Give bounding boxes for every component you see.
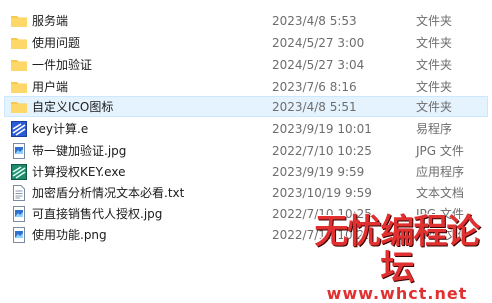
- file-type: 文本文档: [416, 186, 465, 200]
- file-row-folder[interactable]: 服务端 2023/4/8 5:53 文件夹: [0, 10, 492, 31]
- folder-icon: [11, 80, 27, 94]
- file-type: 文件夹: [416, 58, 453, 72]
- exe-file-icon: [11, 164, 27, 180]
- file-date: 2024/5/27 3:00: [272, 36, 365, 50]
- folder-icon: [11, 100, 27, 114]
- file-date: 2022/7/10 10:25: [272, 144, 372, 158]
- file-date: 2023/9/19 9:59: [272, 165, 365, 179]
- file-type: 文件夹: [416, 36, 453, 50]
- file-type: 文件夹: [416, 80, 453, 94]
- file-name: 使用问题: [32, 36, 81, 50]
- file-name: 加密盾分析情况文本必看.txt: [32, 186, 185, 200]
- file-date: 2024/5/27 3:04: [272, 58, 365, 72]
- file-type: 应用程序: [416, 165, 465, 179]
- watermark-title: 无忧编程论坛: [314, 212, 481, 288]
- file-type: JPG 文件: [416, 144, 464, 158]
- file-name: 自定义ICO图标: [32, 100, 114, 114]
- watermark: 无忧编程论坛 www.whct.net: [308, 214, 486, 302]
- file-name: 计算授权KEY.exe: [32, 165, 126, 179]
- file-type: 文件夹: [416, 14, 453, 28]
- folder-icon: [11, 36, 27, 50]
- watermark-url: www.whct.net: [326, 284, 468, 303]
- folder-icon: [11, 58, 27, 72]
- e-file-icon: [11, 121, 27, 137]
- file-row-folder[interactable]: 用户端 2023/7/6 8:16 文件夹: [0, 76, 492, 97]
- file-row-folder[interactable]: 使用问题 2024/5/27 3:00 文件夹: [0, 32, 492, 53]
- file-date: 2023/9/19 10:01: [272, 122, 372, 136]
- file-date: 2023/4/8 5:51: [272, 100, 357, 114]
- file-name: 使用功能.png: [32, 228, 107, 242]
- file-row[interactable]: key计算.e 2023/9/19 10:01 易程序: [0, 118, 492, 139]
- file-name: 可直接销售代人授权.jpg: [32, 207, 163, 221]
- text-file-icon: [11, 185, 27, 201]
- file-type: 文件夹: [416, 100, 453, 114]
- file-date: 2023/4/8 5:53: [272, 14, 357, 28]
- image-file-icon: [11, 143, 27, 159]
- file-row-folder-selected[interactable]: 自定义ICO图标 2023/4/8 5:51 文件夹: [4, 96, 488, 117]
- file-row[interactable]: 加密盾分析情况文本必看.txt 2023/10/19 9:59 文本文档: [0, 182, 492, 203]
- file-name: 服务端: [32, 14, 69, 28]
- file-row[interactable]: 计算授权KEY.exe 2023/9/19 9:59 应用程序: [0, 161, 492, 182]
- file-name: key计算.e: [32, 122, 89, 136]
- file-type: 易程序: [416, 122, 453, 136]
- image-file-icon: [11, 227, 27, 243]
- file-date: 2023/10/19 9:59: [272, 186, 372, 200]
- image-file-icon: [11, 206, 27, 222]
- file-name: 用户端: [32, 80, 69, 94]
- file-row-folder[interactable]: 一件加验证 2024/5/27 3:04 文件夹: [0, 54, 492, 75]
- file-date: 2023/7/6 8:16: [272, 80, 357, 94]
- folder-icon: [11, 14, 27, 28]
- file-row[interactable]: 带一键加验证.jpg 2022/7/10 10:25 JPG 文件: [0, 140, 492, 161]
- file-name: 带一键加验证.jpg: [32, 144, 127, 158]
- file-name: 一件加验证: [32, 58, 93, 72]
